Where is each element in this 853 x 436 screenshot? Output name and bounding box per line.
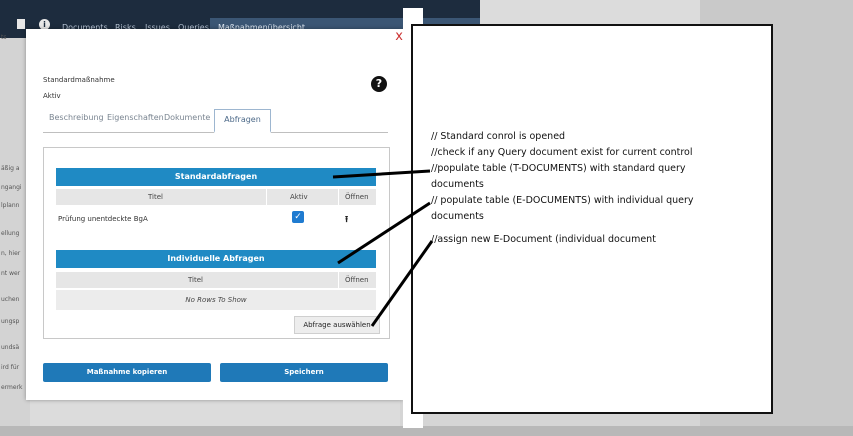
column-divider (338, 272, 339, 288)
list-fragment: äßig a (1, 165, 20, 172)
queries-panel: Standardabfragen Titel Aktiv Öffnen Prüf… (43, 147, 390, 339)
tab-beschreibung[interactable]: Beschreibung (49, 113, 104, 122)
list-fragment: ungsp (1, 318, 20, 325)
annotation-line: //check if any Query document exist for … (431, 147, 693, 158)
individual-columns: Titel Öffnen (56, 272, 376, 288)
col-oeffnen[interactable]: Öffnen (345, 193, 369, 201)
list-fragment: uchen (1, 296, 20, 303)
save-button[interactable]: Speichern (220, 363, 388, 382)
column-divider (266, 189, 267, 205)
col-titel[interactable]: Titel (148, 193, 163, 201)
measure-dialog: x Standardmaßnahme Aktiv ? Beschreibung … (26, 29, 403, 400)
tab-eigenschaften[interactable]: Eigenschaften (107, 113, 164, 122)
annotation-line: // populate table (E-DOCUMENTS) with ind… (431, 195, 694, 206)
copy-measure-button[interactable]: Maßnahme kopieren (43, 363, 211, 382)
list-fragment: lplann (1, 202, 20, 209)
annotation-line: documents (431, 179, 484, 190)
list-fragment: ermerk (1, 384, 23, 391)
measure-kind: Standardmaßnahme (43, 76, 115, 84)
tab-bar: Beschreibung Eigenschaften Dokumente Abf… (43, 109, 388, 133)
help-icon[interactable]: ? (371, 76, 387, 92)
annotation-line: //populate table (T-DOCUMENTS) with stan… (431, 163, 686, 174)
standard-row-title: Prüfung unentdeckte BgA (58, 215, 148, 223)
list-fragment: ellung (1, 230, 20, 237)
list-fragment: n, hier (1, 250, 21, 257)
annotation-line: // Standard conrol is opened (431, 131, 566, 142)
list-fragment: ird für (1, 364, 20, 371)
flag-icon[interactable] (17, 19, 25, 29)
list-fragment: nt wer (1, 270, 21, 277)
tab-abfragen[interactable]: Abfragen (214, 109, 271, 133)
col-oeffnen[interactable]: Öffnen (345, 276, 369, 284)
empty-table-message: No Rows To Show (56, 290, 376, 310)
annotation-line: //assign new E-Document (individual docu… (431, 234, 656, 245)
col-aktiv[interactable]: Aktiv (290, 193, 308, 201)
close-icon[interactable]: x (395, 29, 403, 44)
annotation-box: // Standard conrol is opened //check if … (411, 24, 773, 414)
standard-columns: Titel Aktiv Öffnen (56, 189, 376, 205)
tab-dokumente[interactable]: Dokumente (164, 113, 210, 122)
col-titel[interactable]: Titel (188, 276, 203, 284)
list-fragment: ts (1, 34, 7, 41)
list-fragment: undsä (1, 344, 20, 351)
standard-queries-header: Standardabfragen (56, 168, 376, 186)
measure-status: Aktiv (43, 92, 61, 100)
list-fragment: ngangi (1, 184, 22, 191)
active-checkbox[interactable]: ✓ (292, 211, 304, 223)
bottom-bar (0, 426, 853, 436)
column-divider (338, 189, 339, 205)
annotation-line: documents (431, 211, 484, 222)
open-upload-icon[interactable]: ⭱ (345, 212, 348, 228)
select-query-button[interactable]: Abfrage auswählen (294, 316, 380, 334)
individual-queries-header: Individuelle Abfragen (56, 250, 376, 268)
